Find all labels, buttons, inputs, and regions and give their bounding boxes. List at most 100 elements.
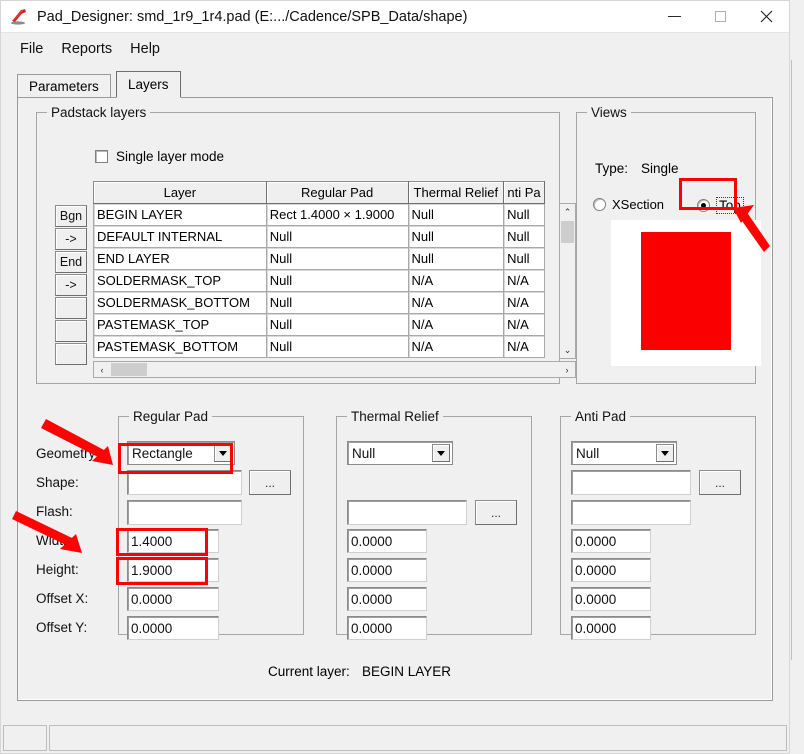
menu-file[interactable]: File bbox=[11, 38, 52, 60]
single-layer-mode-checkbox[interactable]: Single layer mode bbox=[95, 149, 224, 164]
cell-layer[interactable]: END LAYER bbox=[93, 247, 267, 270]
col-header-layer[interactable]: Layer bbox=[93, 181, 267, 204]
tab-layers[interactable]: Layers bbox=[116, 71, 181, 98]
table-horizontal-scrollbar[interactable]: ‹ › bbox=[93, 361, 576, 378]
cell-layer[interactable]: BEGIN LAYER bbox=[93, 203, 267, 226]
chevron-down-icon[interactable] bbox=[432, 444, 450, 462]
cell-thermal-relief[interactable]: Null bbox=[407, 247, 505, 270]
regular-pad-offset-x-input[interactable]: 0.0000 bbox=[127, 587, 219, 611]
cell-regular-pad[interactable]: Null bbox=[265, 247, 409, 270]
anti-pad-geometry-combo[interactable]: Null bbox=[571, 441, 677, 465]
thermal-relief-geometry-combo[interactable]: Null bbox=[347, 441, 453, 465]
regular-pad-geometry-combo[interactable]: Rectangle bbox=[127, 441, 235, 465]
anti-pad-offset-y-input[interactable]: 0.0000 bbox=[571, 616, 651, 640]
layer-nav-next-2[interactable]: -> bbox=[55, 274, 87, 296]
minimize-button[interactable] bbox=[651, 1, 697, 33]
cell-anti-pad[interactable]: Null bbox=[503, 203, 545, 226]
table-row[interactable]: PASTEMASK_BOTTOM Null N/A N/A bbox=[93, 335, 545, 358]
cell-anti-pad[interactable]: N/A bbox=[503, 335, 545, 358]
regular-pad-offset-y-input[interactable]: 0.0000 bbox=[127, 616, 219, 640]
anti-pad-offset-x-input[interactable]: 0.0000 bbox=[571, 587, 651, 611]
anti-pad-height-input[interactable]: 0.0000 bbox=[571, 558, 651, 582]
cell-layer[interactable]: SOLDERMASK_BOTTOM bbox=[93, 291, 267, 314]
cell-regular-pad[interactable]: Null bbox=[265, 269, 409, 292]
scroll-left-icon[interactable]: ‹ bbox=[94, 362, 110, 377]
layer-nav-end[interactable]: End bbox=[55, 251, 87, 273]
radio-top[interactable]: Top bbox=[697, 197, 744, 214]
pad-preview-canvas[interactable] bbox=[611, 220, 761, 366]
cell-anti-pad[interactable]: N/A bbox=[503, 313, 545, 336]
pad-designer-window: Pad_Designer: smd_1r9_1r4.pad (E:.../Cad… bbox=[0, 0, 804, 754]
radio-xsection[interactable]: XSection bbox=[593, 197, 664, 212]
menu-help[interactable]: Help bbox=[121, 38, 169, 60]
cell-anti-pad[interactable]: N/A bbox=[503, 291, 545, 314]
cell-thermal-relief[interactable]: Null bbox=[407, 225, 505, 248]
cell-regular-pad[interactable]: Rect 1.4000 × 1.9000 bbox=[265, 203, 409, 226]
scroll-down-icon[interactable]: ⌄ bbox=[560, 342, 575, 358]
thermal-relief-height-input[interactable]: 0.0000 bbox=[347, 558, 427, 582]
chevron-down-icon[interactable] bbox=[656, 444, 674, 462]
cell-layer[interactable]: PASTEMASK_TOP bbox=[93, 313, 267, 336]
cell-thermal-relief[interactable]: N/A bbox=[407, 269, 505, 292]
regular-pad-shape-input[interactable] bbox=[127, 470, 242, 495]
cell-regular-pad[interactable]: Null bbox=[265, 335, 409, 358]
table-row[interactable]: DEFAULT INTERNAL Null Null Null bbox=[93, 225, 545, 248]
regular-pad-shape-browse-button[interactable]: ... bbox=[249, 470, 291, 495]
scroll-up-icon[interactable]: ⌃ bbox=[560, 204, 575, 220]
thermal-relief-flash-input[interactable] bbox=[347, 500, 467, 525]
cell-thermal-relief[interactable]: N/A bbox=[407, 313, 505, 336]
anti-pad-shape-browse-button[interactable]: ... bbox=[699, 470, 741, 495]
table-row[interactable]: END LAYER Null Null Null bbox=[93, 247, 545, 270]
cell-layer[interactable]: SOLDERMASK_TOP bbox=[93, 269, 267, 292]
vscroll-thumb[interactable] bbox=[561, 221, 574, 243]
hscroll-thumb[interactable] bbox=[111, 363, 147, 376]
table-row[interactable]: PASTEMASK_TOP Null N/A N/A bbox=[93, 313, 545, 336]
cell-regular-pad[interactable]: Null bbox=[265, 291, 409, 314]
layer-nav-blank-2[interactable] bbox=[55, 320, 87, 342]
scroll-right-icon[interactable]: › bbox=[559, 362, 575, 377]
cell-regular-pad[interactable]: Null bbox=[265, 313, 409, 336]
cell-layer[interactable]: DEFAULT INTERNAL bbox=[93, 225, 267, 248]
tab-parameters[interactable]: Parameters bbox=[17, 74, 111, 98]
chevron-down-icon[interactable] bbox=[214, 444, 232, 462]
table-row[interactable]: SOLDERMASK_TOP Null N/A N/A bbox=[93, 269, 545, 292]
layer-nav-blank-1[interactable] bbox=[55, 297, 87, 319]
col-header-thermal-relief[interactable]: Thermal Relief bbox=[407, 181, 505, 204]
cell-thermal-relief[interactable]: N/A bbox=[407, 335, 505, 358]
radio-xsection-dot[interactable] bbox=[593, 198, 606, 211]
table-vertical-scrollbar[interactable]: ⌃ ⌄ bbox=[559, 203, 576, 359]
table-row[interactable]: SOLDERMASK_BOTTOM Null N/A N/A bbox=[93, 291, 545, 314]
anti-pad-legend: Anti Pad bbox=[571, 409, 631, 424]
single-layer-mode-box[interactable] bbox=[95, 150, 108, 163]
anti-pad-width-input[interactable]: 0.0000 bbox=[571, 529, 651, 553]
anti-pad-flash-input[interactable] bbox=[571, 500, 691, 525]
thermal-relief-width-input[interactable]: 0.0000 bbox=[347, 529, 427, 553]
thermal-relief-flash-browse-button[interactable]: ... bbox=[475, 500, 517, 525]
cell-anti-pad[interactable]: Null bbox=[503, 225, 545, 248]
layer-nav-next-1[interactable]: -> bbox=[55, 228, 87, 250]
radio-top-dot[interactable] bbox=[697, 199, 710, 212]
title-bar[interactable]: Pad_Designer: smd_1r9_1r4.pad (E:.../Cad… bbox=[1, 1, 789, 33]
cell-layer[interactable]: PASTEMASK_BOTTOM bbox=[93, 335, 267, 358]
regular-pad-height-input[interactable]: 1.9000 bbox=[127, 558, 219, 582]
cell-thermal-relief[interactable]: Null bbox=[407, 203, 505, 226]
maximize-button[interactable] bbox=[697, 1, 743, 33]
cell-thermal-relief[interactable]: N/A bbox=[407, 291, 505, 314]
regular-pad-width-input[interactable]: 1.4000 bbox=[127, 529, 219, 553]
table-row[interactable]: BEGIN LAYER Rect 1.4000 × 1.9000 Null Nu… bbox=[93, 203, 545, 226]
layer-nav-bgn[interactable]: Bgn bbox=[55, 205, 87, 227]
col-header-regular-pad[interactable]: Regular Pad bbox=[265, 181, 409, 204]
thermal-relief-offset-y-input[interactable]: 0.0000 bbox=[347, 616, 427, 640]
regular-pad-flash-input[interactable] bbox=[127, 500, 242, 525]
cell-regular-pad[interactable]: Null bbox=[265, 225, 409, 248]
close-button[interactable] bbox=[743, 1, 789, 33]
label-shape: Shape: bbox=[36, 475, 79, 490]
cell-anti-pad[interactable]: Null bbox=[503, 247, 545, 270]
thermal-relief-offset-x-input[interactable]: 0.0000 bbox=[347, 587, 427, 611]
layer-nav-blank-3[interactable] bbox=[55, 343, 87, 365]
layers-grid-header: Layer Regular Pad Thermal Relief nti Pa bbox=[93, 181, 545, 204]
anti-pad-shape-input[interactable] bbox=[571, 470, 691, 495]
menu-reports[interactable]: Reports bbox=[52, 38, 121, 60]
col-header-anti-pad[interactable]: nti Pa bbox=[503, 181, 545, 204]
cell-anti-pad[interactable]: N/A bbox=[503, 269, 545, 292]
